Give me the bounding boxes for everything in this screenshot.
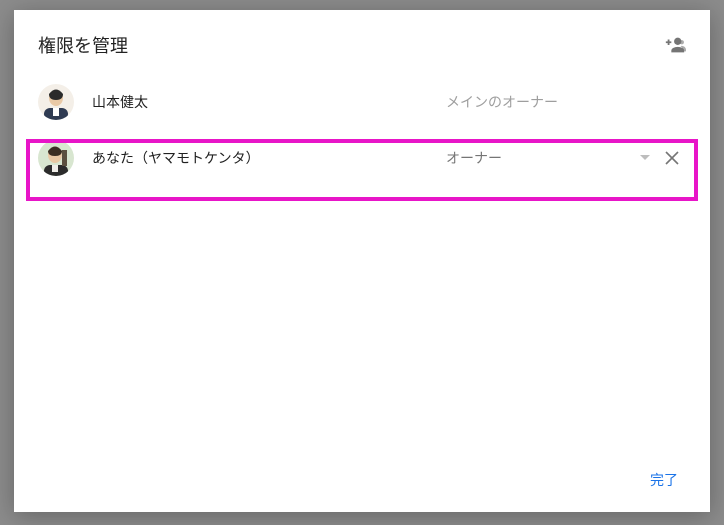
user-row: あなた（ヤマモトケンタ） オーナー [14, 130, 710, 186]
role-text: メインのオーナー [446, 92, 686, 112]
dialog-header: 権限を管理 [14, 10, 710, 68]
done-button[interactable]: 完了 [640, 462, 688, 498]
role-cell: メインのオーナー [446, 92, 686, 112]
user-list: 山本健太 メインのオーナー あなた（ヤマモトケンタ） オーナー [14, 68, 710, 450]
user-name: 山本健太 [92, 92, 446, 112]
remove-user-button[interactable] [658, 144, 686, 172]
dialog-footer: 完了 [14, 450, 710, 512]
user-name: あなた（ヤマモトケンタ） [92, 148, 446, 168]
manage-permissions-dialog: 権限を管理 山本健太 [14, 10, 710, 512]
chevron-down-icon [640, 155, 650, 161]
user-row: 山本健太 メインのオーナー [14, 74, 710, 130]
avatar [38, 84, 74, 120]
add-person-icon[interactable] [664, 34, 686, 56]
role-text: オーナー [446, 148, 632, 168]
avatar [38, 140, 74, 176]
dialog-title: 権限を管理 [38, 32, 128, 58]
role-dropdown[interactable]: オーナー [446, 144, 686, 172]
